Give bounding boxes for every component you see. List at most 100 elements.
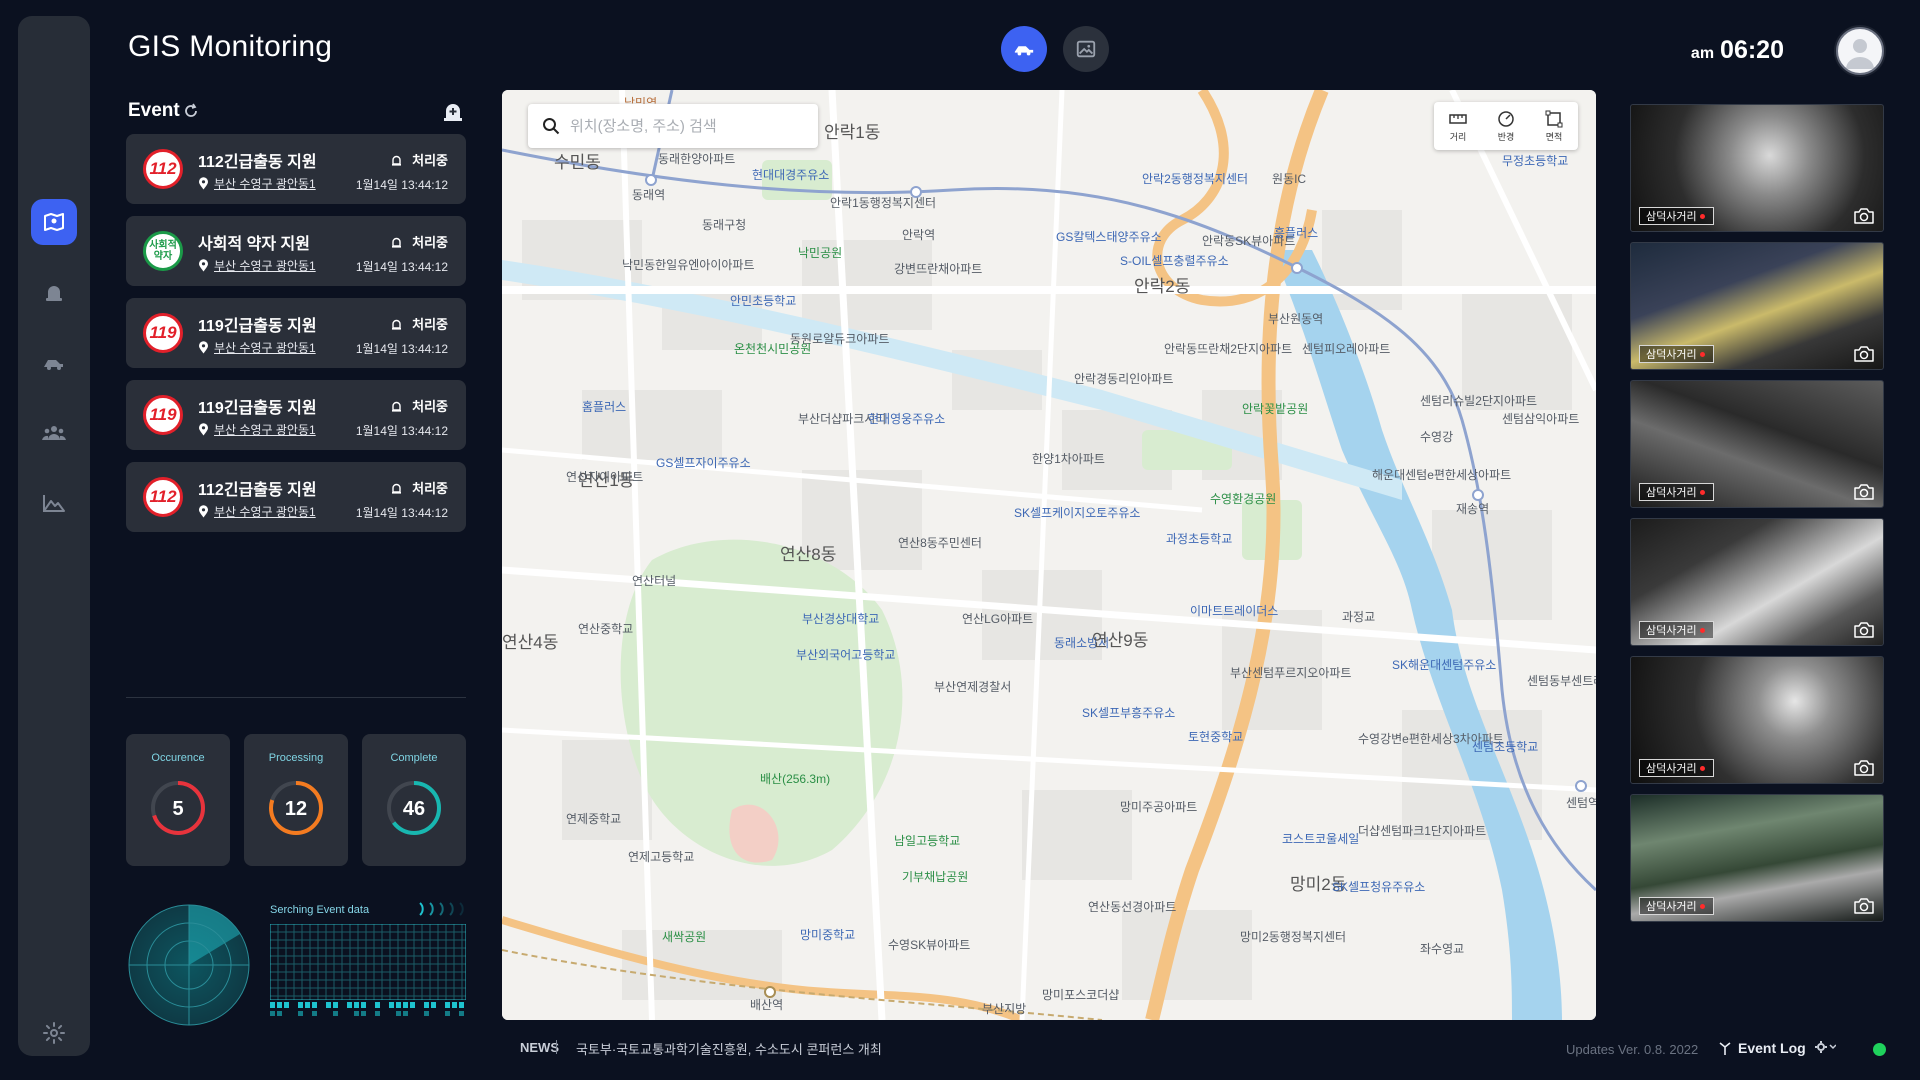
event-card[interactable]: 112 112긴급출동 지원 처리중 부산 수영구 광안동1 1월14일 13:44:1… [126,134,466,204]
event-location[interactable]: 부산 수영구 광안동1 [198,421,316,438]
cctv-feed[interactable]: 삼덕사거리 [1630,518,1884,646]
map-search-input[interactable] [570,112,800,140]
cctv-feed[interactable]: 삼덕사거리 [1630,104,1884,232]
camera-icon[interactable] [1853,345,1875,363]
map-label: 안락동뜨란채2단지아파트 [1164,342,1293,356]
cctv-feed[interactable]: 삼덕사거리 [1630,794,1884,922]
agency-logo: 119 [143,395,183,435]
status-badge: 처리중 [391,150,448,169]
event-location-text: 부산 수영구 광안동1 [214,259,316,273]
landscape-icon[interactable] [31,480,77,526]
cctv-feed[interactable]: 삼덕사거리 [1630,380,1884,508]
map-label: 연산8동 [780,545,837,564]
group-icon[interactable] [31,410,77,456]
map-label: GS칼텍스태양주유소 [1056,230,1162,244]
recording-dot [1699,903,1705,909]
event-title: 112긴급출동 지원 [198,482,317,499]
status-badge: 처리중 [391,314,448,333]
cctv-label-text: 삼덕사거리 [1646,211,1697,223]
cctv-feed[interactable]: 삼덕사거리 [1630,242,1884,370]
event-card[interactable]: 119 119긴급출동 지원 처리중 부산 수영구 광안동1 1월14일 13:44:1… [126,298,466,368]
search-bars [270,1002,464,1016]
map-label: 망미2동행정복지센터 [1240,930,1347,944]
map-label: 토현중학교 [1188,730,1244,744]
news-tag: NEWS [520,1040,559,1055]
image-mode-button[interactable] [1063,26,1109,72]
siren-icon [392,483,402,494]
vehicle-mode-button[interactable] [1001,26,1047,72]
divider [126,697,466,698]
siren-icon [392,401,402,412]
event-log-button[interactable]: Event Log [1718,1040,1806,1056]
user-icon [1846,39,1874,69]
map-label: 망미주공아파트 [1120,800,1198,814]
cctv-label-text: 삼덕사거리 [1646,625,1697,637]
map-label: 연산LG아파트 [962,612,1034,626]
event-time: 1월14일 13:44:12 [355,260,448,274]
stat-value: 46 [402,798,426,820]
map-label: 안민초등학교 [730,294,797,308]
event-location[interactable]: 부산 수영구 광안동1 [198,503,316,520]
news-separator [556,1040,557,1054]
antenna-icon [1719,1042,1731,1055]
cctv-label-text: 삼덕사거리 [1646,901,1697,913]
camera-icon[interactable] [1853,897,1875,915]
map-label: 과정초등학교 [1166,532,1233,546]
news-ticker[interactable]: 국토부·국토교통과학기술진흥원, 수소도시 콘퍼런스 개최 [576,1039,882,1058]
camera-icon[interactable] [1853,483,1875,501]
gear-icon[interactable] [31,1010,77,1056]
cctv-label: 삼덕사거리 [1639,483,1714,501]
add-event-icon[interactable] [442,100,464,122]
siren-icon[interactable] [31,269,77,315]
map-label: 남일고등학교 [894,834,961,848]
vehicle-icon [1014,46,1034,56]
event-location[interactable]: 부산 수영구 광안동1 [198,257,316,274]
settings-dropdown-icon[interactable] [1814,1039,1836,1055]
event-location[interactable]: 부산 수영구 광안동1 [198,175,316,192]
status-indicator [1873,1043,1886,1056]
location-pin-icon [199,177,208,190]
distance-tool[interactable]: 거리 [1434,102,1482,150]
map-label: 센텀동부센트레빌아파트 [1527,674,1596,688]
event-card[interactable]: 112 112긴급출동 지원 처리중 부산 수영구 광안동1 1월14일 13:44:1… [126,462,466,532]
search-icon [543,118,560,135]
searching-label: Serching Event data [270,904,370,916]
event-location-text: 부산 수영구 광안동1 [214,177,316,191]
cctv-feed[interactable]: 삼덕사거리 [1630,656,1884,784]
vehicle-icon[interactable] [31,340,77,386]
map-label: SK셀프부흥주유소 [1082,706,1176,720]
avatar[interactable] [1836,27,1884,75]
radar-icon [128,904,250,1026]
camera-icon[interactable] [1853,621,1875,639]
camera-icon[interactable] [1853,207,1875,225]
event-time: 1월14일 13:44:12 [355,178,448,192]
event-card[interactable]: 119 119긴급출동 지원 처리중 부산 수영구 광안동1 1월14일 13:44:1… [126,380,466,450]
map-tools: 거리 반경 면적 [1434,102,1578,150]
map-label: 재송역 [1456,502,1490,516]
event-location[interactable]: 부산 수영구 광안동1 [198,339,316,356]
cctv-label: 삼덕사거리 [1639,621,1714,639]
agency-logo: 119 [143,313,183,353]
radius-tool[interactable]: 반경 [1482,102,1530,150]
map-label: 낙민동한일유엔아이아파트 [622,258,755,272]
map-view[interactable]: 낙민역 수민동 동래한양아파트 동래역 동래구청 낙민공원 낙민동한일유엔아이아파트 안민초등… [502,90,1596,1020]
camera-icon[interactable] [1853,759,1875,777]
version-text: Updates Ver. 0.8. 2022 [1566,1042,1699,1057]
cctv-label-text: 삼덕사거리 [1646,349,1697,361]
map-label: 낙민공원 [798,246,843,260]
status-text: 처리중 [412,481,448,496]
status-text: 처리중 [412,317,448,332]
map-icon[interactable] [31,199,77,245]
map-label: 원동IC [1272,172,1307,186]
distance-tool-label: 거리 [1449,131,1467,142]
map-label: 센텀초등학교 [1472,740,1539,754]
map-search[interactable] [528,104,818,148]
cctv-label: 삼덕사거리 [1639,345,1714,363]
refresh-icon[interactable] [182,102,200,120]
map-label: 동래한양아파트 [658,152,736,166]
siren-icon [392,237,402,248]
area-tool[interactable]: 면적 [1530,102,1578,150]
event-card[interactable]: 사회적 약자 사회적 약자 지원 처리중 부산 수영구 광안동1 1월14일 13:44… [126,216,466,286]
map-label: 망미포스코더샵 [1042,988,1120,1002]
status-text: 처리중 [412,153,448,168]
